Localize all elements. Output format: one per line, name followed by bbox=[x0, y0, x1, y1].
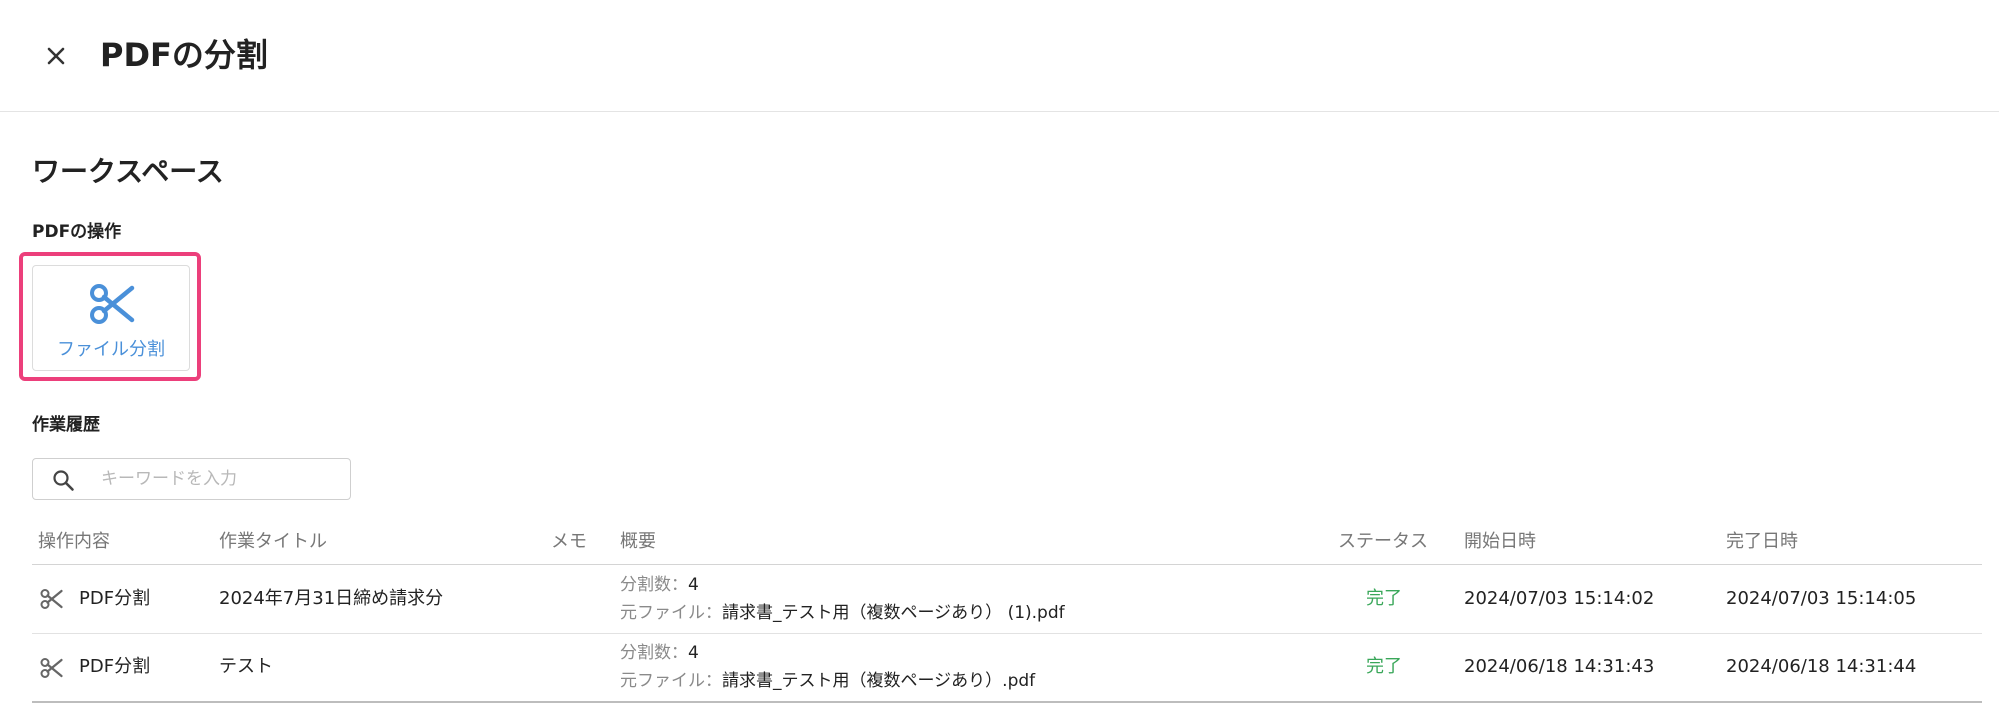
close-button[interactable] bbox=[38, 38, 74, 74]
row-summary-count: 分割数：4 bbox=[620, 641, 699, 665]
file-split-button[interactable]: ファイル分割 bbox=[32, 265, 190, 371]
summary-count-value: 4 bbox=[688, 575, 699, 595]
search-input[interactable] bbox=[101, 463, 341, 495]
scissors-icon bbox=[40, 589, 63, 609]
row-summary-file: 元ファイル：請求書_テスト用（複数ページあり） (1).pdf bbox=[620, 601, 1065, 625]
scissors-icon bbox=[40, 658, 63, 678]
column-header-title[interactable]: 作業タイトル bbox=[219, 530, 327, 554]
summary-count-value: 4 bbox=[688, 643, 699, 663]
status-badge: 完了 bbox=[1366, 588, 1402, 609]
history-label: 作業履歴 bbox=[32, 415, 100, 435]
file-split-label: ファイル分割 bbox=[57, 339, 165, 360]
row-operation: PDF分割 bbox=[79, 656, 151, 677]
page-title: PDFの分割 bbox=[100, 36, 268, 74]
status-badge: 完了 bbox=[1366, 656, 1402, 677]
table-row[interactable]: PDF分割 テスト 分割数：4 元ファイル：請求書_テスト用（複数ページあり）.… bbox=[32, 634, 1982, 702]
row-operation: PDF分割 bbox=[79, 588, 151, 609]
row-title: テスト bbox=[219, 656, 273, 677]
summary-file-label: 元ファイル： bbox=[620, 603, 722, 623]
table-row[interactable]: PDF分割 2024年7月31日締め請求分 分割数：4 元ファイル：請求書_テス… bbox=[32, 565, 1982, 633]
summary-count-label: 分割数： bbox=[620, 643, 688, 663]
column-header-start[interactable]: 開始日時 bbox=[1464, 530, 1536, 554]
table-bottom-border bbox=[32, 701, 1982, 703]
scissors-icon bbox=[90, 284, 135, 324]
summary-file-label: 元ファイル： bbox=[620, 671, 722, 691]
row-summary-file: 元ファイル：請求書_テスト用（複数ページあり）.pdf bbox=[620, 669, 1035, 693]
search-icon bbox=[53, 470, 74, 491]
search-box[interactable] bbox=[32, 458, 351, 500]
header: PDFの分割 bbox=[0, 0, 1999, 112]
row-start-time: 2024/07/03 15:14:02 bbox=[1464, 588, 1655, 609]
column-header-memo[interactable]: メモ bbox=[551, 530, 587, 554]
close-icon bbox=[47, 47, 65, 65]
summary-file-value: 請求書_テスト用（複数ページあり）.pdf bbox=[722, 671, 1036, 691]
row-start-time: 2024/06/18 14:31:43 bbox=[1464, 656, 1655, 677]
row-summary-count: 分割数：4 bbox=[620, 573, 699, 597]
column-header-end[interactable]: 完了日時 bbox=[1726, 530, 1798, 554]
row-end-time: 2024/07/03 15:14:05 bbox=[1726, 588, 1917, 609]
row-end-time: 2024/06/18 14:31:44 bbox=[1726, 656, 1917, 677]
pdf-operations-label: PDFの操作 bbox=[32, 222, 122, 242]
column-header-summary[interactable]: 概要 bbox=[620, 530, 656, 554]
workspace-title: ワークスペース bbox=[32, 155, 224, 188]
row-title: 2024年7月31日締め請求分 bbox=[219, 588, 444, 609]
summary-file-value: 請求書_テスト用（複数ページあり） (1).pdf bbox=[722, 603, 1065, 623]
column-header-status[interactable]: ステータス bbox=[1338, 530, 1428, 554]
column-header-operation[interactable]: 操作内容 bbox=[38, 530, 110, 554]
summary-count-label: 分割数： bbox=[620, 575, 688, 595]
